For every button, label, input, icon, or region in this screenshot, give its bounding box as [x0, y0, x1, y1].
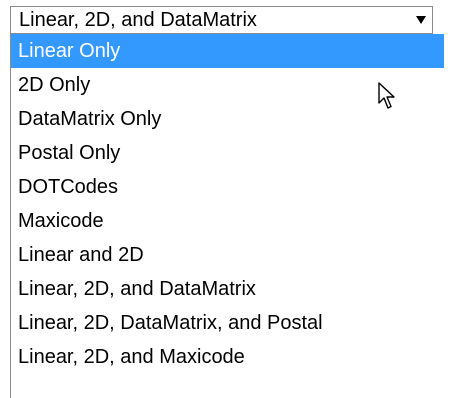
option-maxicode[interactable]: Maxicode [11, 204, 444, 238]
option-linear-2d-datamatrix-postal[interactable]: Linear, 2D, DataMatrix, and Postal [11, 306, 444, 340]
select-current-value: Linear, 2D, and DataMatrix [19, 8, 257, 31]
barcode-type-select[interactable]: Linear, 2D, and DataMatrix [10, 6, 433, 34]
option-linear-2d-datamatrix[interactable]: Linear, 2D, and DataMatrix [11, 272, 444, 306]
option-dotcodes[interactable]: DOTCodes [11, 170, 444, 204]
option-datamatrix-only[interactable]: DataMatrix Only [11, 102, 444, 136]
option-linear-and-2d[interactable]: Linear and 2D [11, 238, 444, 272]
option-linear-2d-maxicode[interactable]: Linear, 2D, and Maxicode [11, 340, 444, 374]
option-linear-only[interactable]: Linear Only [11, 34, 444, 68]
dropdown-option-list: Linear Only 2D Only DataMatrix Only Post… [10, 34, 444, 398]
option-2d-only[interactable]: 2D Only [11, 68, 444, 102]
option-postal-only[interactable]: Postal Only [11, 136, 444, 170]
triangle-down-icon[interactable] [410, 15, 432, 25]
